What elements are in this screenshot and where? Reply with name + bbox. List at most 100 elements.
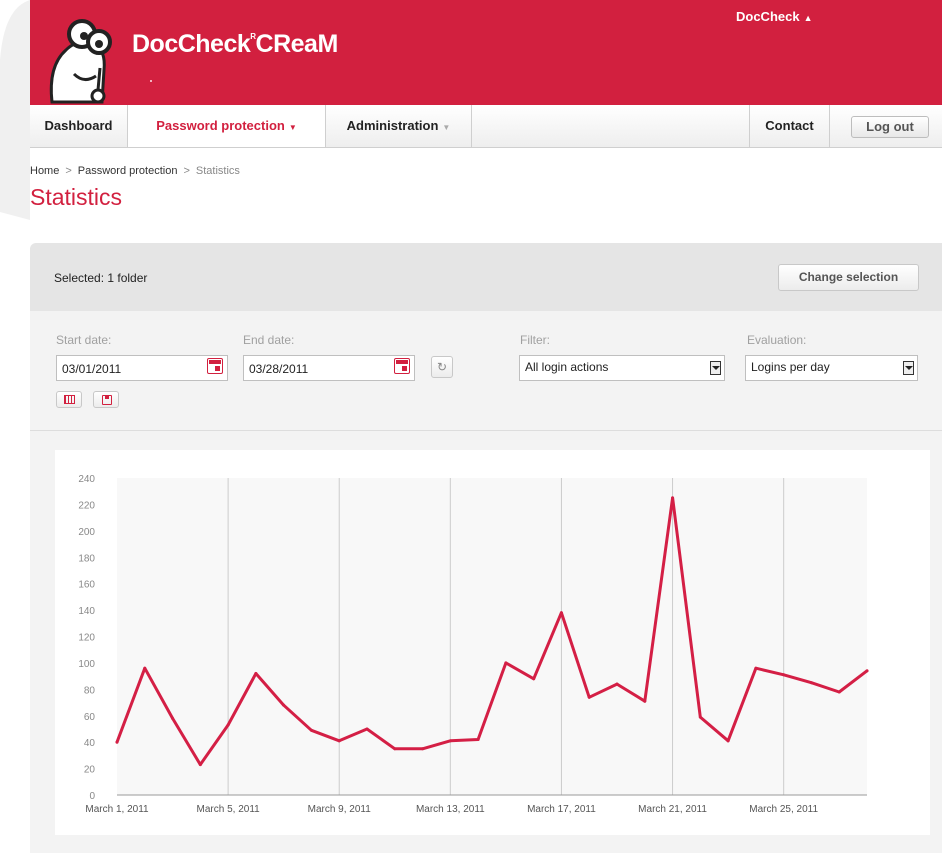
plot-area: [117, 478, 867, 795]
y-tick-label: 20: [84, 765, 96, 776]
save-icon: [102, 395, 112, 405]
caret-down-icon: ▼: [442, 123, 451, 132]
data-point: [754, 666, 758, 670]
calendar-icon[interactable]: [394, 358, 410, 374]
filter-select[interactable]: All login actions: [519, 355, 725, 381]
data-point: [532, 677, 536, 681]
y-tick-label: 120: [78, 633, 95, 644]
data-point: [198, 763, 202, 767]
data-point: [643, 699, 647, 703]
x-tick-label: March 13, 2011: [416, 804, 485, 815]
data-point: [587, 695, 591, 699]
y-tick-label: 180: [78, 553, 95, 564]
y-tick-label: 160: [78, 580, 95, 591]
x-tick-label: March 25, 2011: [749, 804, 818, 815]
data-point: [365, 727, 369, 731]
registered-mark: R: [250, 32, 256, 41]
caret-up-icon: ▲: [803, 13, 813, 23]
logout-button[interactable]: Log out: [851, 116, 929, 138]
x-tick-label: March 1, 2011: [85, 804, 149, 815]
main-nav: Dashboard Password protection ▼ Administr…: [30, 105, 942, 148]
nav-dashboard-label: Dashboard: [44, 118, 113, 133]
breadcrumb: Home > Password protection > Statistics: [30, 165, 240, 177]
y-tick-label: 220: [78, 500, 95, 511]
header-decoration: [0, 0, 30, 220]
data-point: [143, 666, 147, 670]
doccheck-mascot-logo: [49, 19, 112, 104]
breadcrumb-home[interactable]: Home: [30, 165, 59, 177]
y-tick-label: 200: [78, 527, 95, 538]
save-export-button[interactable]: [93, 391, 119, 408]
data-point: [865, 669, 869, 673]
refresh-button[interactable]: ↻: [431, 356, 453, 378]
y-tick-label: 40: [84, 738, 96, 749]
y-tick-label: 80: [84, 685, 96, 696]
data-point: [226, 723, 230, 727]
logo-dot: [150, 80, 152, 82]
dropdown-arrow-icon: [710, 361, 721, 375]
page-title: Statistics: [30, 184, 123, 210]
data-point: [254, 671, 258, 675]
data-point: [282, 703, 286, 707]
refresh-icon: ↻: [436, 360, 448, 374]
table-icon: [64, 395, 75, 404]
brand-name: DocCheck: [132, 30, 251, 58]
data-point: [309, 728, 313, 732]
data-point: [448, 739, 452, 743]
end-date-label: End date:: [243, 333, 295, 347]
breadcrumb-current: Statistics: [195, 165, 240, 177]
breadcrumb-separator: >: [183, 165, 190, 177]
evaluation-select-value: Logins per day: [751, 360, 830, 374]
user-menu[interactable]: DocCheck ▲: [736, 9, 813, 24]
breadcrumb-password-protection[interactable]: Password protection: [78, 165, 178, 177]
x-tick-label: March 21, 2011: [638, 804, 707, 815]
data-point: [337, 739, 341, 743]
data-point: [171, 716, 175, 720]
start-date-label: Start date:: [56, 333, 112, 347]
data-point: [837, 690, 841, 694]
evaluation-select[interactable]: Logins per day: [745, 355, 918, 381]
data-point: [671, 496, 675, 500]
app-logo-text[interactable]: DocCheckRCReaM: [132, 30, 338, 59]
nav-password-protection-label: Password protection: [156, 118, 285, 133]
selection-summary: Selected: 1 folder: [54, 271, 148, 285]
x-tick-label: March 17, 2011: [527, 804, 596, 815]
chart-card: 0 20 40 60 80 100 120 140 160 180 200 220 240 March 1…: [55, 450, 930, 835]
y-tick-label: 0: [89, 791, 95, 802]
data-point: [504, 661, 508, 665]
y-tick-label: 60: [84, 712, 96, 723]
panel-divider: [30, 430, 942, 431]
y-tick-label: 240: [78, 474, 95, 485]
table-view-button[interactable]: [56, 391, 82, 408]
data-point: [393, 747, 397, 751]
y-tick-label: 140: [78, 606, 95, 617]
caret-down-icon: ▼: [288, 123, 297, 132]
data-point: [726, 739, 730, 743]
nav-password-protection[interactable]: Password protection ▼: [128, 105, 326, 147]
data-point: [115, 740, 119, 744]
data-point: [782, 673, 786, 677]
data-point: [559, 611, 563, 615]
data-point: [809, 681, 813, 685]
x-tick-label: March 5, 2011: [197, 804, 261, 815]
nav-contact[interactable]: Contact: [749, 105, 830, 147]
start-date-input[interactable]: 03/01/2011: [56, 355, 228, 381]
filter-label: Filter:: [520, 333, 550, 347]
data-point: [421, 747, 425, 751]
data-point: [476, 738, 480, 742]
end-date-input[interactable]: 03/28/2011: [243, 355, 415, 381]
dropdown-arrow-icon: [903, 361, 914, 375]
evaluation-label: Evaluation:: [747, 333, 807, 347]
nav-dashboard[interactable]: Dashboard: [30, 105, 128, 147]
user-menu-label: DocCheck: [736, 9, 800, 24]
data-point: [698, 715, 702, 719]
change-selection-button[interactable]: Change selection: [778, 264, 919, 291]
data-point: [615, 682, 619, 686]
brand-suffix: CReaM: [255, 30, 339, 58]
filter-select-value: All login actions: [525, 360, 609, 374]
nav-contact-label: Contact: [765, 118, 814, 133]
x-tick-label: March 9, 2011: [308, 804, 372, 815]
nav-administration[interactable]: Administration ▼: [326, 105, 472, 147]
y-tick-label: 100: [78, 659, 95, 670]
calendar-icon[interactable]: [207, 358, 223, 374]
